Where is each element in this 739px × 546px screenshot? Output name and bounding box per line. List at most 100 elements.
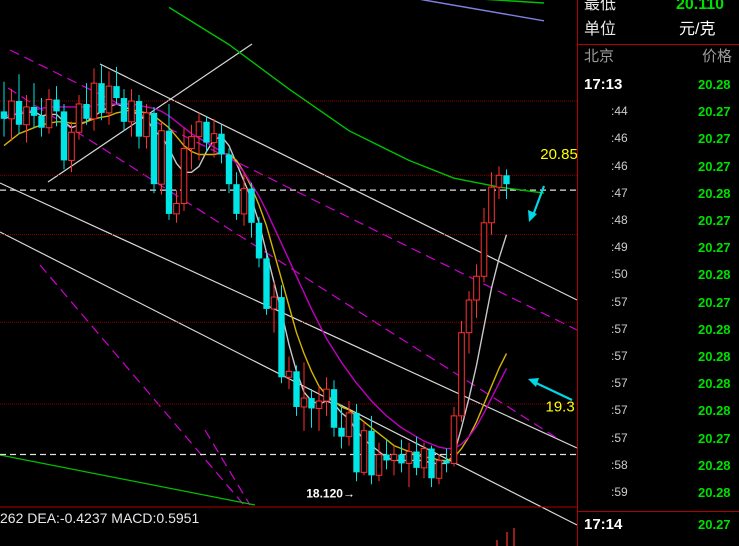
tick-row[interactable]: :48 20.27 <box>578 207 739 234</box>
tick-row[interactable]: :50 20.28 <box>578 261 739 288</box>
candle-body <box>503 175 510 185</box>
tick-time: :46 <box>611 158 628 173</box>
candle-body <box>150 112 158 185</box>
tick-row[interactable]: 17:14 20.27 <box>578 511 739 538</box>
tick-row[interactable]: :49 20.27 <box>578 234 739 261</box>
tick-row[interactable]: :57 20.27 <box>578 425 739 452</box>
candle-body <box>398 454 405 464</box>
low-label: 最低 <box>584 0 617 13</box>
candle-body <box>135 101 143 137</box>
tick-time: :47 <box>611 185 628 200</box>
candle-body <box>308 398 315 409</box>
candle-body <box>375 454 383 476</box>
candle-body <box>233 184 240 214</box>
tick-price: 20.27 <box>698 430 731 446</box>
annotation-label: 20.85 <box>540 146 577 163</box>
candle-body <box>278 297 285 378</box>
candle-body <box>68 131 75 161</box>
candle-body <box>105 85 113 114</box>
candle-body <box>38 115 45 128</box>
tick-row[interactable]: :59 20.28 <box>578 479 739 506</box>
unit-value: 元/克 <box>679 21 716 38</box>
tick-price: 20.28 <box>698 349 731 364</box>
candle-body <box>473 275 480 301</box>
tick-price: 20.27 <box>698 240 731 256</box>
candle-body <box>195 121 203 138</box>
tick-time: :57 <box>611 430 628 445</box>
candle-body <box>240 188 248 215</box>
candle-body <box>353 412 360 473</box>
candle-body <box>0 111 8 119</box>
tick-row[interactable]: :57 20.28 <box>578 370 739 397</box>
tick-time: :59 <box>611 485 628 499</box>
candle-body <box>293 371 300 407</box>
annotation-arrow <box>533 381 573 401</box>
separator <box>578 511 739 512</box>
tick-row[interactable]: :58 20.28 <box>578 452 739 479</box>
candle-body <box>225 154 233 185</box>
candle-body <box>128 100 135 123</box>
tick-time: :49 <box>611 240 628 255</box>
candle-body <box>285 370 293 378</box>
candle-body <box>263 258 270 309</box>
macd-readout: 262 DEA:-0.4237 MACD:0.5951 <box>0 510 200 526</box>
tick-time: :48 <box>611 213 628 227</box>
trend-line <box>0 454 256 506</box>
ma-line <box>3 103 508 465</box>
candle-body <box>465 299 473 334</box>
tick-row[interactable]: :57 20.28 <box>578 397 739 424</box>
tick-price: 20.27 <box>698 213 731 228</box>
tick-price: 20.27 <box>698 158 731 174</box>
candle-body <box>488 186 495 224</box>
tick-time: 17:14 <box>584 516 623 533</box>
unit-label: 单位 <box>584 21 617 38</box>
long-ma-line <box>420 0 545 22</box>
tick-time: :57 <box>611 321 628 336</box>
tick-row[interactable]: :57 20.28 <box>578 343 739 370</box>
candle-body <box>203 121 210 143</box>
tick-time: :46 <box>611 131 628 146</box>
candle-body <box>173 202 180 215</box>
tick-time: 17:13 <box>584 76 623 93</box>
tick-time: :44 <box>611 104 628 119</box>
city-label: 北京 <box>584 48 615 65</box>
tick-row[interactable]: :46 20.27 <box>578 125 739 152</box>
tick-time: :57 <box>611 349 628 363</box>
low-value: 20.110 <box>676 0 725 13</box>
tick-row[interactable]: 17:13 20.28 <box>578 71 739 98</box>
candle-body <box>53 99 60 112</box>
tick-price: 20.28 <box>698 403 731 419</box>
candle-body <box>248 188 255 223</box>
tick-price: 20.28 <box>698 267 731 283</box>
candle-body <box>300 397 308 408</box>
candle-body <box>413 451 420 468</box>
separator <box>578 44 739 45</box>
candle-body <box>113 86 120 99</box>
long-ma-line <box>168 6 545 194</box>
annotation-label: 18.120→ <box>306 487 355 501</box>
tick-row[interactable]: :46 20.27 <box>578 153 739 180</box>
annotation-label: 19.3 <box>546 398 575 415</box>
tick-time: :58 <box>611 457 628 472</box>
candle-body <box>180 148 188 204</box>
tick-price: 20.28 <box>698 485 731 500</box>
tick-price: 20.27 <box>698 104 731 120</box>
long-ma-line <box>484 0 545 4</box>
candle-body <box>23 106 30 126</box>
candlestick-chart[interactable]: 20.85 19.3 18.120→ <box>0 0 577 546</box>
tick-row[interactable]: :57 20.27 <box>578 289 739 316</box>
candle-body <box>368 430 375 476</box>
tick-row[interactable]: :44 20.27 <box>578 98 739 125</box>
tick-row[interactable]: :57 20.28 <box>578 316 739 343</box>
tick-time: :50 <box>611 267 628 282</box>
tick-price: 20.27 <box>698 294 731 310</box>
candle-body <box>210 133 218 144</box>
candle-body <box>330 389 338 428</box>
candle-body <box>158 130 165 185</box>
tick-row[interactable]: :47 20.28 <box>578 180 739 207</box>
tick-price: 20.28 <box>698 185 731 201</box>
candle-body <box>270 296 278 310</box>
tick-time: :57 <box>611 294 628 309</box>
candle-body <box>255 222 263 259</box>
tick-price: 20.28 <box>698 376 731 392</box>
